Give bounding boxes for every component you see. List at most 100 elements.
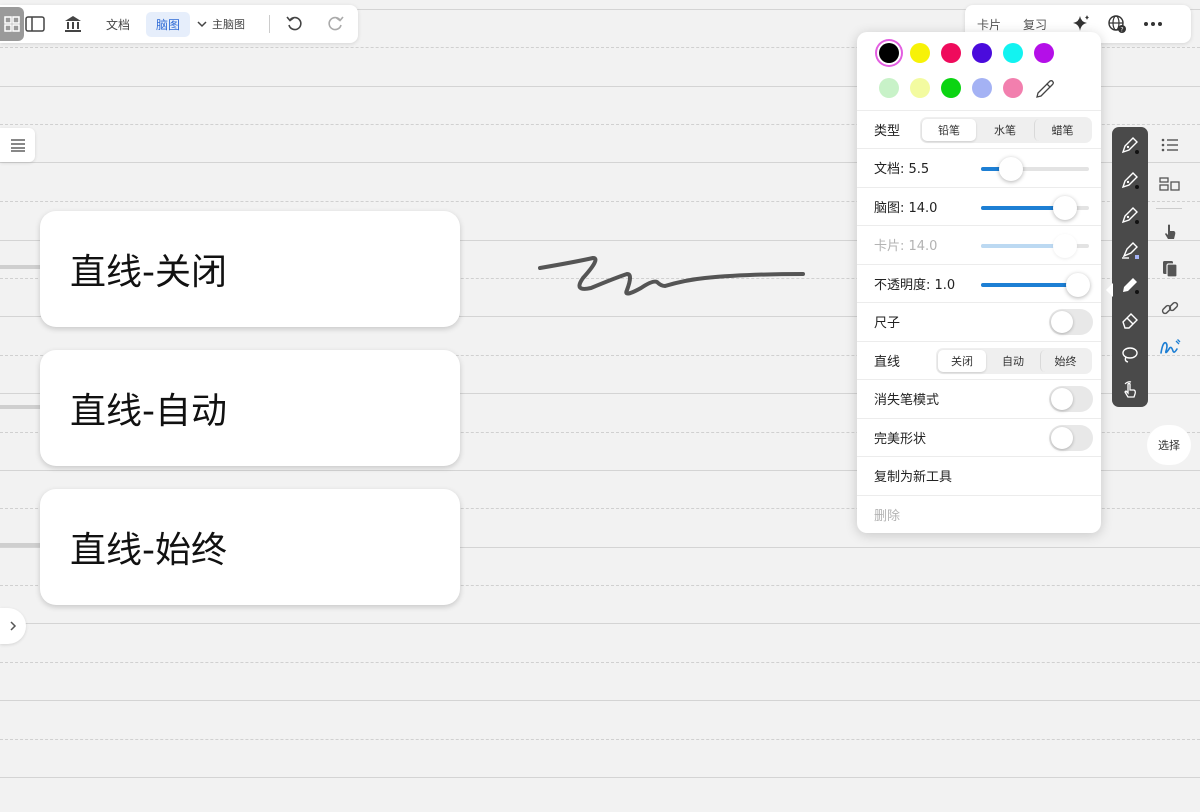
color-swatch[interactable] [879,43,899,63]
perfect-shape-label: 完美形状 [874,432,927,447]
main-mindmap-label: 主脑图 [212,18,246,31]
opacity-label: 不透明度: 1.0 [874,278,956,293]
doc-width-slider[interactable] [981,157,1089,181]
vanish-pen-toggle[interactable] [1049,385,1093,412]
pencil-stroke [538,256,805,296]
pen-type-crayon[interactable]: 蜡笔 [1034,118,1090,141]
web-help-button[interactable]: ? [1105,12,1129,36]
eraser-icon [1122,313,1138,329]
pen-type-row: 类型 铅笔 水笔 蜡笔 [857,110,1101,148]
undo-icon [286,16,302,31]
sidebar-icon [25,16,45,32]
eyedropper-button[interactable] [1034,78,1056,100]
color-swatch[interactable] [879,78,899,98]
card-width-row: 卡片: 14.0 [857,225,1101,263]
undo-button[interactable] [280,9,310,39]
outline-button[interactable] [0,128,35,162]
color-swatch[interactable] [972,78,992,98]
copy-icon [1163,261,1178,278]
color-swatch[interactable] [910,78,930,98]
highlighter-tool[interactable] [1112,233,1148,267]
mindmap-node[interactable]: 直线-关闭 [40,211,460,327]
mindmap-width-slider[interactable] [981,196,1089,220]
delete-tool-label: 删除 [874,509,901,524]
color-swatch[interactable] [1003,78,1023,98]
library-button[interactable] [58,9,88,39]
straight-line-always[interactable]: 始终 [1040,349,1090,372]
mindmap-width-label: 脑图: 14.0 [874,201,938,216]
color-swatch[interactable] [972,43,992,63]
vanish-pen-label: 消失笔模式 [874,393,940,408]
vanish-pen-row: 消失笔模式 [857,379,1101,417]
color-swatch[interactable] [910,43,930,63]
card-width-slider [981,234,1089,258]
node-connector [0,543,40,547]
straight-line-off[interactable]: 关闭 [938,349,986,372]
pen-tool-2[interactable] [1112,163,1148,197]
select-mode-button[interactable]: 选择 [1147,425,1191,465]
color-swatch[interactable] [941,43,961,63]
fountain-pen-icon [1121,207,1139,224]
layout-icon [1159,177,1180,191]
node-connector [0,405,40,409]
duplicate-tool-button[interactable]: 复制为新工具 [857,456,1101,494]
more-icon [1144,22,1163,26]
sidebar-toggle-button[interactable] [20,9,50,39]
pen-tool-3[interactable] [1112,198,1148,232]
redo-button[interactable] [320,9,350,39]
top-left-toolbar: 文档 脑图 主脑图 [0,5,358,43]
review-button[interactable]: 复习 [1023,16,1047,33]
eraser-tool[interactable] [1112,303,1148,337]
hand-tool[interactable] [1112,373,1148,407]
straight-line-segmented: 关闭 自动 始终 [936,347,1092,374]
eyedropper-icon [1036,80,1054,98]
color-swatch[interactable] [1003,43,1023,63]
pen-tool-1[interactable] [1112,128,1148,162]
delete-tool-button[interactable]: 删除 [857,495,1101,533]
list-view-button[interactable] [1152,127,1188,163]
more-button[interactable] [1141,12,1165,36]
grid-icon [4,16,20,32]
ruler-toggle[interactable] [1049,308,1093,335]
mindmap-node[interactable]: 直线-始终 [40,489,460,605]
squiggle-pen-icon [1160,339,1181,354]
card-button[interactable]: 卡片 [977,16,1001,33]
pencil-tool-active[interactable] [1112,268,1148,302]
link-button[interactable] [1152,290,1188,326]
opacity-slider[interactable] [981,273,1090,297]
straight-line-auto[interactable]: 自动 [986,350,1040,372]
color-swatch[interactable] [941,78,961,98]
ruler-label: 尺子 [874,316,901,331]
lasso-icon [1122,347,1138,363]
lasso-tool[interactable] [1112,338,1148,372]
pen-type-ink[interactable]: 水笔 [976,119,1034,141]
app-grid-button[interactable] [0,7,24,41]
color-row-1 [879,43,1065,63]
perfect-shape-row: 完美形状 [857,418,1101,456]
straight-line-label: 直线 [874,355,901,370]
mindmap-node[interactable]: 直线-自动 [40,350,460,466]
pen-type-label: 类型 [874,124,901,139]
main-mindmap-dropdown[interactable]: 主脑图 [196,16,245,32]
list-icon [1161,138,1178,152]
highlighter-icon [1122,242,1139,259]
handwriting-mode-button[interactable] [1152,329,1188,365]
color-swatch[interactable] [1034,43,1054,63]
toolbar-divider [269,15,271,33]
pen-type-pencil[interactable]: 铅笔 [922,118,976,141]
tool-palette [1106,127,1148,407]
menu-icon [10,139,25,152]
pen-settings-popup: 类型 铅笔 水笔 蜡笔 文档: 5.5 脑图: 14.0 卡片: 14.0 不透… [857,32,1101,533]
pen-type-segmented: 铅笔 水笔 蜡笔 [920,116,1092,143]
perfect-shape-toggle[interactable] [1049,424,1093,451]
layout-button[interactable] [1152,166,1188,202]
svg-text:?: ? [1120,27,1123,34]
copy-page-button[interactable] [1152,251,1188,287]
fountain-pen-icon [1121,172,1139,189]
touch-mode-button[interactable] [1152,213,1188,249]
sparkle-icon [1073,15,1090,31]
link-icon [1161,301,1179,315]
tab-document[interactable]: 文档 [96,12,140,37]
ruler-row: 尺子 [857,302,1101,340]
tab-mindmap[interactable]: 脑图 [146,11,191,37]
